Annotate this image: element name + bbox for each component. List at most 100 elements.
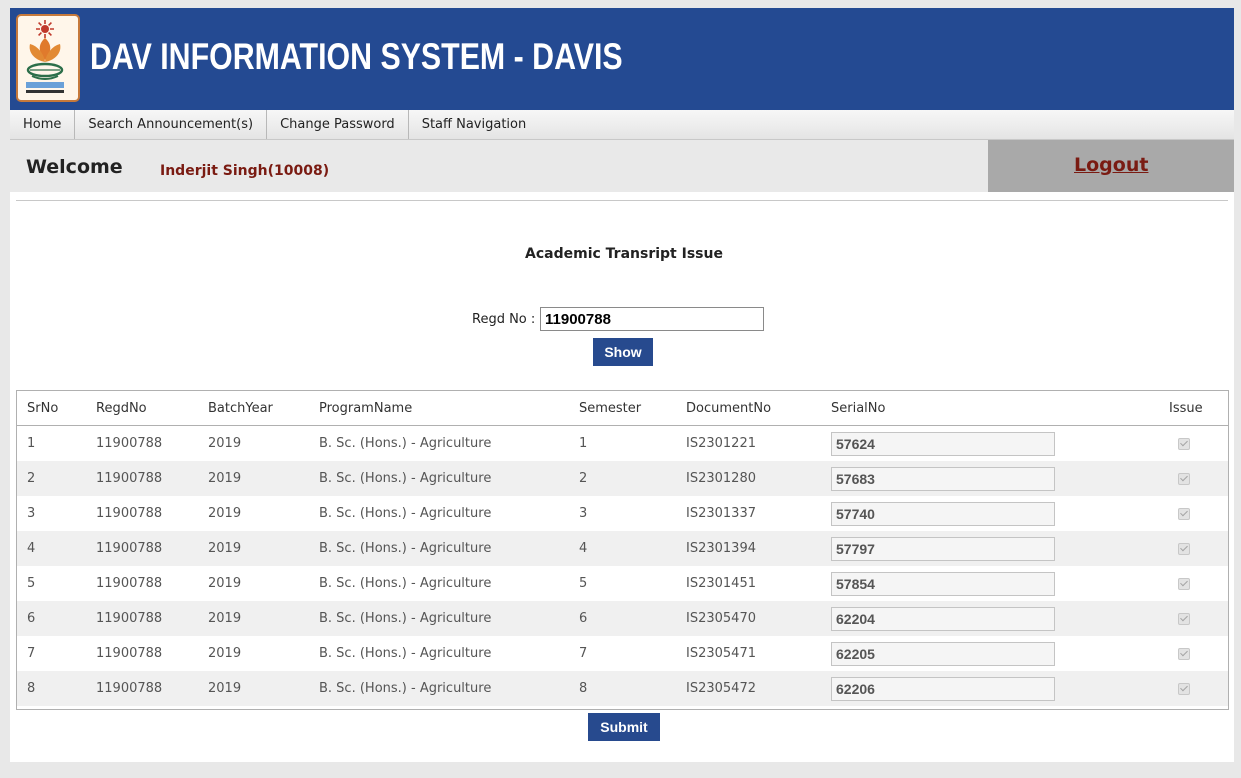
issue-cell	[1169, 636, 1190, 671]
srno-cell: 6	[27, 611, 36, 626]
semester-cell: 2	[579, 471, 588, 486]
issue-cell	[1169, 496, 1190, 531]
table-row: 4 11900788 2019 B. Sc. (Hons.) - Agricul…	[17, 531, 1228, 566]
documentno-cell: IS2301337	[686, 506, 756, 521]
page-title-text: Academic Transript Issue	[525, 246, 723, 262]
semester-cell: 8	[579, 681, 588, 696]
serialno-field[interactable]: 62206	[831, 676, 1055, 701]
column-header-serialno: SerialNo	[831, 400, 886, 416]
programname-cell: B. Sc. (Hons.) - Agriculture	[319, 506, 492, 521]
regdno-cell: 11900788	[96, 681, 163, 696]
batchyear-cell: 2019	[208, 506, 242, 521]
section-divider	[16, 200, 1228, 201]
logout-link[interactable]: Logout	[1074, 154, 1148, 176]
srno-cell: 5	[27, 576, 36, 591]
table-row: 2 11900788 2019 B. Sc. (Hons.) - Agricul…	[17, 461, 1228, 496]
column-header-semester: Semester	[579, 400, 642, 416]
logged-in-user-name: Inderjit Singh(10008)	[160, 163, 330, 179]
semester-cell: 4	[579, 541, 588, 556]
app-title: DAV INFORMATION SYSTEM - DAVIS	[90, 36, 623, 77]
serialno-field[interactable]: 57854	[831, 571, 1055, 596]
column-header-srno: SrNo	[27, 400, 59, 416]
welcome-bar: Welcome Inderjit Singh(10008) Logout	[10, 140, 1234, 192]
programname-cell: B. Sc. (Hons.) - Agriculture	[319, 541, 492, 556]
documentno-cell: IS2301394	[686, 541, 756, 556]
table-row: 8 11900788 2019 B. Sc. (Hons.) - Agricul…	[17, 671, 1228, 706]
documentno-cell: IS2305471	[686, 646, 756, 661]
srno-cell: 8	[27, 681, 36, 696]
srno-cell: 2	[27, 471, 36, 486]
issue-checkbox[interactable]	[1178, 612, 1190, 625]
issue-checkbox[interactable]	[1178, 507, 1190, 520]
serialno-cell: 57854	[831, 566, 1055, 601]
table-row: 7 11900788 2019 B. Sc. (Hons.) - Agricul…	[17, 636, 1228, 671]
submit-button[interactable]: Submit	[588, 713, 660, 741]
regdno-cell: 11900788	[96, 611, 163, 626]
show-button[interactable]: Show	[593, 338, 653, 366]
regd-no-input[interactable]	[540, 307, 764, 331]
issue-checkbox[interactable]	[1178, 437, 1190, 450]
serialno-cell: 62204	[831, 601, 1055, 636]
serialno-cell: 57740	[831, 496, 1055, 531]
batchyear-cell: 2019	[208, 576, 242, 591]
serialno-field[interactable]: 62205	[831, 641, 1055, 666]
documentno-cell: IS2301280	[686, 471, 756, 486]
issue-checkbox[interactable]	[1178, 472, 1190, 485]
issue-checkbox[interactable]	[1178, 542, 1190, 555]
programname-cell: B. Sc. (Hons.) - Agriculture	[319, 611, 492, 626]
documentno-cell: IS2305472	[686, 681, 756, 696]
programname-cell: B. Sc. (Hons.) - Agriculture	[319, 681, 492, 696]
regdno-cell: 11900788	[96, 646, 163, 661]
regdno-cell: 11900788	[96, 541, 163, 556]
nav-change-password-link[interactable]: Change Password	[267, 110, 409, 139]
issue-cell	[1169, 671, 1190, 706]
table-row: 5 11900788 2019 B. Sc. (Hons.) - Agricul…	[17, 566, 1228, 601]
srno-cell: 7	[27, 646, 36, 661]
serialno-cell: 57683	[831, 461, 1055, 496]
semester-cell: 1	[579, 436, 588, 451]
nav-staff-navigation-link[interactable]: Staff Navigation	[409, 110, 540, 139]
serialno-cell: 57797	[831, 531, 1055, 566]
welcome-label: Welcome	[26, 156, 123, 178]
column-header-documentno: DocumentNo	[686, 400, 772, 416]
programname-cell: B. Sc. (Hons.) - Agriculture	[319, 436, 492, 451]
documentno-cell: IS2301221	[686, 436, 756, 451]
serialno-field[interactable]: 57740	[831, 501, 1055, 526]
regd-no-label: Regd No :	[472, 312, 536, 327]
serialno-field[interactable]: 57624	[831, 431, 1055, 456]
regdno-cell: 11900788	[96, 506, 163, 521]
serialno-cell: 62206	[831, 671, 1055, 706]
table-row: 1 11900788 2019 B. Sc. (Hons.) - Agricul…	[17, 426, 1228, 461]
issue-checkbox[interactable]	[1178, 577, 1190, 590]
documentno-cell: IS2305470	[686, 611, 756, 626]
issue-cell	[1169, 426, 1190, 461]
transcript-table: SrNo RegdNo BatchYear ProgramName Semest…	[16, 390, 1229, 710]
issue-cell	[1169, 601, 1190, 636]
page-title: Academic Transript Issue	[10, 246, 1234, 262]
top-navigation-bar: Home Search Announcement(s) Change Passw…	[10, 110, 1234, 140]
srno-cell: 4	[27, 541, 36, 556]
issue-checkbox[interactable]	[1178, 647, 1190, 660]
regdno-cell: 11900788	[96, 576, 163, 591]
serialno-field[interactable]: 57683	[831, 466, 1055, 491]
logout-panel: Logout	[988, 140, 1234, 192]
issue-cell	[1169, 531, 1190, 566]
column-header-programname: ProgramName	[319, 400, 413, 416]
issue-checkbox[interactable]	[1178, 682, 1190, 695]
srno-cell: 3	[27, 506, 36, 521]
semester-cell: 5	[579, 576, 588, 591]
serialno-field[interactable]: 57797	[831, 536, 1055, 561]
programname-cell: B. Sc. (Hons.) - Agriculture	[319, 646, 492, 661]
nav-search-announcements-link[interactable]: Search Announcement(s)	[75, 110, 268, 139]
app-header: DAV INFORMATION SYSTEM - DAVIS	[10, 8, 1234, 110]
batchyear-cell: 2019	[208, 436, 242, 451]
regdno-cell: 11900788	[96, 471, 163, 486]
nav-home-link[interactable]: Home	[10, 110, 76, 139]
serialno-field[interactable]: 62204	[831, 606, 1055, 631]
serialno-cell: 57624	[831, 426, 1055, 461]
srno-cell: 1	[27, 436, 36, 451]
batchyear-cell: 2019	[208, 471, 242, 486]
table-row: 3 11900788 2019 B. Sc. (Hons.) - Agricul…	[17, 496, 1228, 531]
batchyear-cell: 2019	[208, 541, 242, 556]
semester-cell: 6	[579, 611, 588, 626]
